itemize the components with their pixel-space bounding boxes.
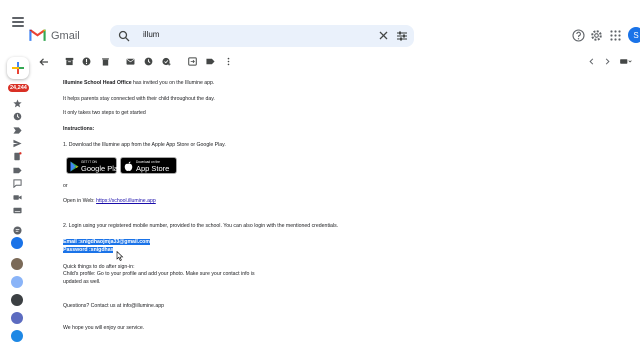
password-value: snigdhas: [90, 247, 114, 253]
search-options-icon[interactable]: [396, 30, 408, 42]
or-text: or: [63, 183, 68, 189]
app-name: Gmail: [51, 30, 80, 42]
label-icon[interactable]: [13, 166, 22, 175]
google-play-label: Google Play: [81, 164, 122, 173]
account-avatar[interactable]: S: [628, 27, 640, 43]
input-tools-icon[interactable]: [619, 57, 633, 66]
email-label: Email :: [63, 239, 81, 245]
after-signin-line: updated as well.: [63, 279, 101, 285]
after-signin-heading: Quick things to do after sign-in:: [63, 264, 135, 270]
avatar[interactable]: [11, 276, 23, 288]
search-input[interactable]: illum: [143, 30, 159, 39]
add-task-icon[interactable]: [162, 57, 171, 66]
mouse-cursor-icon: [116, 251, 124, 261]
snooze-icon[interactable]: [144, 57, 153, 66]
send-icon[interactable]: [13, 139, 22, 148]
main-menu-button[interactable]: [12, 17, 24, 27]
more-vert-icon[interactable]: [224, 57, 233, 66]
web-link[interactable]: https://school.illumine.app: [96, 198, 156, 204]
video-icon[interactable]: [13, 193, 22, 202]
plus-icon: [12, 62, 24, 74]
menu-line: [12, 21, 24, 23]
credential-password-row: Password :snigdhas: [63, 247, 114, 254]
open-web-label: Open in Web:: [63, 198, 97, 204]
back-arrow-icon[interactable]: [39, 57, 49, 67]
closing-text: We hope you will enjoy our service.: [63, 325, 145, 331]
avatar[interactable]: [11, 294, 23, 306]
chat-icon[interactable]: [13, 179, 22, 188]
step-2-text: 2. Login using your registered mobile nu…: [63, 223, 339, 229]
avatar[interactable]: [11, 237, 23, 249]
google-play-icon: [70, 161, 79, 172]
mark-unread-icon[interactable]: [126, 57, 135, 66]
google-play-button[interactable]: GET IT ON Google Play: [66, 157, 122, 174]
credential-email-row: Email :snigdhaojmja33@gmail.com: [63, 239, 150, 246]
draft-icon[interactable]: [13, 152, 22, 161]
archive-icon[interactable]: [65, 57, 74, 66]
hangouts-icon[interactable]: [13, 226, 22, 235]
gear-icon[interactable]: [590, 29, 603, 42]
email-line: It only takes two steps to get started: [63, 110, 146, 116]
compose-button[interactable]: [7, 57, 29, 79]
email-intro: Illumine School Head Office has invited …: [63, 80, 214, 87]
menu-line: [12, 25, 24, 27]
password-label: Password :: [63, 247, 91, 253]
sender-name: Illumine School Head Office: [63, 80, 132, 86]
keyboard-icon[interactable]: [13, 206, 22, 215]
unread-count-badge: 24,244: [8, 84, 29, 92]
label-important-icon[interactable]: [13, 126, 22, 135]
app-store-button[interactable]: Download on the App Store: [120, 157, 177, 174]
menu-line: [12, 17, 24, 19]
close-icon[interactable]: [378, 30, 389, 41]
avatar[interactable]: [11, 312, 23, 324]
app-store-label: App Store: [136, 164, 170, 173]
after-signin-line: Child's profile: Go to your profile and …: [63, 271, 255, 277]
intro-text: has invited you on the Illumine app.: [131, 80, 215, 86]
report-spam-icon[interactable]: [82, 57, 91, 66]
search-icon[interactable]: [118, 30, 130, 42]
search-bar[interactable]: illum: [110, 25, 414, 47]
clock-icon[interactable]: [13, 112, 22, 121]
chevron-left-icon[interactable]: [587, 57, 596, 66]
email-line: It helps parents stay connected with the…: [63, 96, 215, 102]
label-icon[interactable]: [206, 57, 215, 66]
help-icon[interactable]: [572, 29, 585, 42]
move-to-icon[interactable]: [188, 57, 197, 66]
instructions-heading: Instructions:: [63, 126, 95, 132]
gmail-logo[interactable]: [29, 28, 46, 41]
questions-text: Questions? Contact us at info@illumine.a…: [63, 303, 165, 309]
avatar[interactable]: [11, 258, 23, 270]
step-1-text: 1. Download the Illumine app from the Ap…: [63, 142, 226, 148]
apple-icon: [124, 161, 133, 171]
open-in-web: Open in Web: https://school.illumine.app: [63, 198, 156, 205]
email-value: snigdhaojmja33@gmail.com: [80, 239, 150, 245]
avatar[interactable]: [11, 330, 23, 342]
star-icon[interactable]: [13, 99, 22, 108]
delete-icon[interactable]: [101, 57, 110, 66]
apps-grid-icon[interactable]: [609, 29, 622, 42]
chevron-right-icon[interactable]: [603, 57, 612, 66]
